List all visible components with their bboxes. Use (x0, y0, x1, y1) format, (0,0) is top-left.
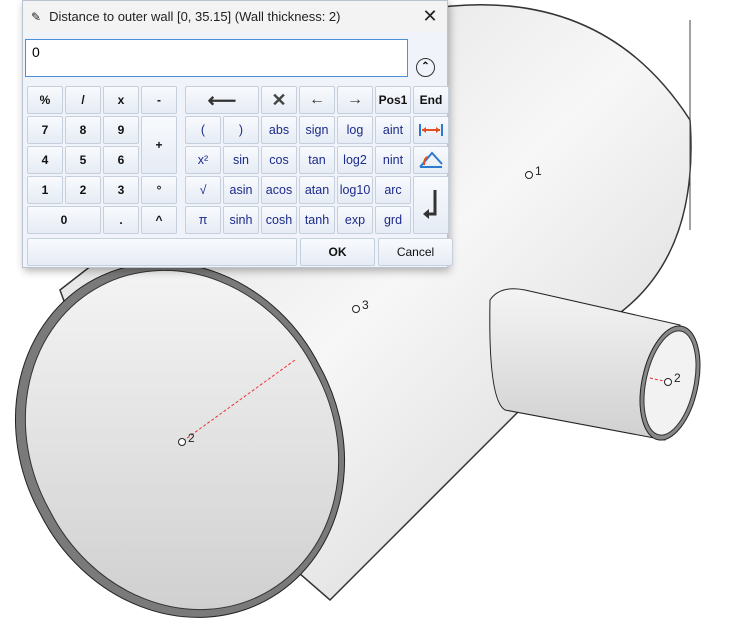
key-open-paren[interactable]: ( (185, 116, 221, 144)
key-log[interactable]: log (337, 116, 373, 144)
key-square[interactable]: x² (185, 146, 221, 174)
measure-angle-icon (419, 151, 443, 168)
key-nint[interactable]: nint (375, 146, 411, 174)
key-acos[interactable]: acos (261, 176, 297, 204)
key-abs[interactable]: abs (261, 116, 297, 144)
expression-input[interactable]: 0 (25, 39, 408, 77)
key-4[interactable]: 4 (27, 146, 63, 174)
key-tanh[interactable]: tanh (299, 206, 335, 234)
key-dot[interactable]: . (103, 206, 139, 234)
key-1[interactable]: 1 (27, 176, 63, 204)
key-sqrt[interactable]: √ (185, 176, 221, 204)
key-degree[interactable]: ° (141, 176, 177, 204)
key-grd[interactable]: grd (375, 206, 411, 234)
key-atan[interactable]: atan (299, 176, 335, 204)
key-9[interactable]: 9 (103, 116, 139, 144)
key-5[interactable]: 5 (65, 146, 101, 174)
backspace-button[interactable]: ⟵ (185, 86, 259, 114)
function-pad: ⟵ ✕ ← → Pos1 End ( ) abs sign log aint x… (185, 86, 449, 234)
key-2[interactable]: 2 (65, 176, 101, 204)
dialog-title: Distance to outer wall [0, 35.15] (Wall … (49, 9, 341, 24)
key-aint[interactable]: aint (375, 116, 411, 144)
key-log10[interactable]: log10 (337, 176, 373, 204)
cancel-button[interactable]: Cancel (378, 238, 453, 266)
key-percent[interactable]: % (27, 86, 63, 114)
key-6[interactable]: 6 (103, 146, 139, 174)
key-divide[interactable]: / (65, 86, 101, 114)
measure-distance-button[interactable] (413, 116, 449, 144)
button-bar: OK Cancel (27, 238, 453, 266)
key-close-paren[interactable]: ) (223, 116, 259, 144)
pos1-button[interactable]: Pos1 (375, 86, 411, 114)
enter-button[interactable] (413, 176, 449, 234)
enter-icon (423, 190, 437, 219)
key-arc[interactable]: arc (375, 176, 411, 204)
key-tan[interactable]: tan (299, 146, 335, 174)
measure-angle-button[interactable] (413, 146, 449, 174)
ok-button[interactable]: OK (300, 238, 375, 266)
key-asin[interactable]: asin (223, 176, 259, 204)
key-8[interactable]: 8 (65, 116, 101, 144)
key-power[interactable]: ^ (141, 206, 177, 234)
clear-button[interactable]: ✕ (261, 86, 297, 114)
cursor-right-button[interactable]: → (337, 86, 373, 114)
key-sin[interactable]: sin (223, 146, 259, 174)
key-minus[interactable]: - (141, 86, 177, 114)
status-field (27, 238, 297, 266)
point-label: 1 (535, 164, 542, 178)
collapse-button[interactable]: ⌃ (416, 58, 435, 77)
key-cosh[interactable]: cosh (261, 206, 297, 234)
key-0[interactable]: 0 (27, 206, 101, 234)
key-pi[interactable]: π (185, 206, 221, 234)
pencil-icon: ✎ (31, 9, 42, 24)
key-cos[interactable]: cos (261, 146, 297, 174)
key-sinh[interactable]: sinh (223, 206, 259, 234)
key-7[interactable]: 7 (27, 116, 63, 144)
key-plus[interactable]: + (141, 116, 177, 174)
key-exp[interactable]: exp (337, 206, 373, 234)
key-3[interactable]: 3 (103, 176, 139, 204)
numpad: % / x - 7 8 9 + 4 5 6 1 2 3 ° 0 . ^ (27, 86, 177, 234)
end-button[interactable]: End (413, 86, 449, 114)
point-label: 2 (674, 371, 681, 385)
calculator-dialog: ✎ Distance to outer wall [0, 35.15] (Wal… (22, 0, 453, 268)
measure-distance-icon (419, 124, 443, 136)
close-button[interactable]: ✕ (419, 5, 441, 27)
point-label: 3 (362, 298, 369, 312)
title-bar: ✎ Distance to outer wall [0, 35.15] (Wal… (23, 1, 447, 32)
key-sign[interactable]: sign (299, 116, 335, 144)
key-multiply[interactable]: x (103, 86, 139, 114)
key-log2[interactable]: log2 (337, 146, 373, 174)
point-label: 2 (188, 431, 195, 445)
cursor-left-button[interactable]: ← (299, 86, 335, 114)
